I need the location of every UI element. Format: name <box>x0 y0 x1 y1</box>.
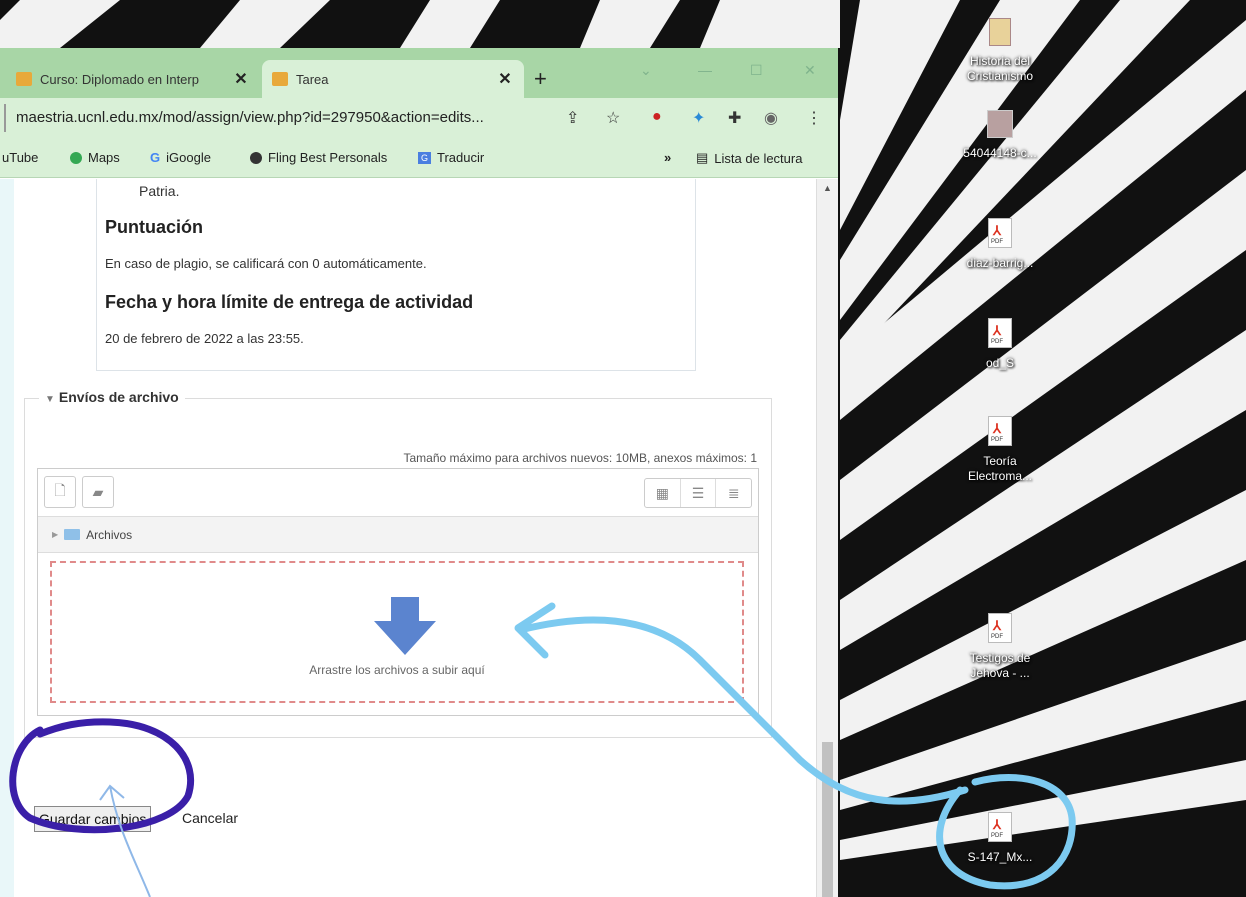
desktop-icon-label: Teoría Electroma... <box>967 454 1033 483</box>
scroll-up-icon[interactable]: ▲ <box>823 183 832 193</box>
file-submissions-fieldset: ▼ Envíos de archivo Tamaño máximo para ar… <box>24 389 772 738</box>
bookmarks-bar: uTube Maps GiGoogle Fling Best Personals… <box>0 138 838 178</box>
close-tab-icon[interactable]: ✕ <box>496 69 514 89</box>
tree-view-icon[interactable]: ≣ <box>716 479 751 507</box>
moodle-favicon-icon <box>16 72 32 86</box>
address-bar[interactable]: maestria.ucnl.edu.mx/mod/assign/view.php… <box>4 104 634 132</box>
fieldset-legend[interactable]: ▼ Envíos de archivo <box>39 389 185 405</box>
vertical-scrollbar[interactable]: ▲ <box>816 179 838 897</box>
desktop-icon-ods[interactable]: ⅄ PDF od_S <box>954 318 1046 371</box>
desktop-icon-teoria[interactable]: ⅄ PDF Teoría Electroma... <box>954 416 1046 484</box>
bookmark-label: Fling Best Personals <box>268 150 388 165</box>
menu-dots-icon[interactable]: ⋮ <box>806 108 822 128</box>
desktop-icon-label: od_S <box>985 356 1015 370</box>
description-text: Patria. <box>139 183 180 199</box>
reading-list-label: Lista de lectura <box>714 150 803 166</box>
close-tab-icon[interactable]: ✕ <box>232 69 250 89</box>
deadline-heading: Fecha y hora límite de entrega de activi… <box>105 292 474 312</box>
maps-pin-icon <box>70 151 82 164</box>
desktop-icon-label: 54044148-c... <box>963 146 1037 160</box>
bookmarks-overflow-button[interactable]: » <box>664 150 671 165</box>
translate-icon: G <box>418 151 432 164</box>
extension-icon[interactable]: ✦ <box>692 108 705 128</box>
bookmark-star-icon[interactable]: ☆ <box>606 108 620 128</box>
minimize-icon[interactable]: — <box>698 62 712 78</box>
bookmark-label: Maps <box>88 150 120 165</box>
image-icon <box>987 110 1013 138</box>
assignment-description: Patria. Puntuación En caso de plagio, se… <box>96 179 696 371</box>
down-arrow-icon <box>374 597 436 655</box>
save-changes-button[interactable]: Guardar cambios <box>34 806 152 832</box>
pdf-icon: ⅄ PDF <box>988 812 1012 842</box>
bookmark-fling[interactable]: Fling Best Personals <box>250 150 387 165</box>
desktop-icon-label: Testigos de Jehova - ... <box>969 651 1031 680</box>
tab-curso[interactable]: Curso: Diplomado en Interp ✕ <box>6 60 260 98</box>
desktop-icon-diaz[interactable]: ⅄ PDF diaz-barrig... <box>954 218 1046 271</box>
reading-list-button[interactable]: ▤ Lista de lectura <box>696 150 802 166</box>
bookmark-label: iGoogle <box>166 150 211 165</box>
grid-view-icon[interactable]: ▦ <box>645 479 681 507</box>
folder-plus-icon: ▰ <box>92 483 104 500</box>
pdf-icon: ⅄ PDF <box>988 218 1012 248</box>
file-picker: 🗋 ▰ ▦ ☰ ≣ ▶ Archivos Arrastre los archiv… <box>37 468 759 716</box>
max-file-size-note: Tamaño máximo para archivos nuevos: 10MB… <box>403 451 758 465</box>
new-tab-button[interactable]: + <box>534 68 547 90</box>
bookmark-maps[interactable]: Maps <box>70 150 120 165</box>
tab-label: Curso: Diplomado en Interp <box>40 71 199 87</box>
collapse-triangle-icon: ▼ <box>45 394 55 405</box>
page-left-border <box>0 179 14 897</box>
desktop-icon-image[interactable]: 54044148-c... <box>954 110 1046 161</box>
file-picker-toolbar: 🗋 ▰ ▦ ☰ ≣ <box>38 469 758 517</box>
browser-window: Curso: Diplomado en Interp ✕ Tarea ✕ + ⌄… <box>0 48 838 897</box>
bookmark-youtube[interactable]: uTube <box>2 150 38 165</box>
address-toolbar: maestria.ucnl.edu.mx/mod/assign/view.php… <box>0 98 838 138</box>
add-file-button[interactable]: 🗋 <box>44 476 76 508</box>
bookmark-igoogle[interactable]: GiGoogle <box>150 150 211 165</box>
pdf-icon: ⅄ PDF <box>988 613 1012 643</box>
add-file-icon: 🗋 <box>54 482 66 498</box>
legend-label: Envíos de archivo <box>58 389 179 405</box>
desktop-icon-label: S-147_Mx... <box>967 850 1033 864</box>
tab-search-icon[interactable]: ⌄ <box>640 62 652 79</box>
view-mode-toggle: ▦ ☰ ≣ <box>644 478 752 508</box>
maximize-icon[interactable]: ☐ <box>750 62 763 79</box>
desktop-icon-label: Historia del Cristianismo <box>966 54 1033 83</box>
pdf-icon: ⅄ PDF <box>988 416 1012 446</box>
create-folder-button[interactable]: ▰ <box>82 476 114 508</box>
close-window-icon[interactable]: ✕ <box>804 62 816 79</box>
tab-tarea[interactable]: Tarea ✕ <box>262 60 524 98</box>
tab-label: Tarea <box>296 71 329 87</box>
scrollbar-thumb[interactable] <box>822 742 833 897</box>
score-heading: Puntuación <box>105 217 203 237</box>
moodle-favicon-icon <box>272 72 288 86</box>
pdf-icon: ⅄ PDF <box>988 318 1012 348</box>
globe-icon <box>250 151 262 164</box>
page-viewport: Patria. Puntuación En caso de plagio, se… <box>0 179 838 897</box>
expand-triangle-icon[interactable]: ▶ <box>52 530 58 539</box>
bookmark-traducir[interactable]: G Traducir <box>418 150 484 165</box>
folder-icon <box>64 529 81 540</box>
dropzone-text: Arrastre los archivos a subir aquí <box>309 663 485 677</box>
desktop-icon-label: diaz-barrig... <box>966 256 1034 270</box>
score-text: En caso de plagio, se calificará con 0 a… <box>105 256 427 271</box>
file-picker-path: ▶ Archivos <box>38 517 758 553</box>
bookmark-label: Traducir <box>437 150 485 165</box>
desktop-icon-testigos[interactable]: ⅄ PDF Testigos de Jehova - ... <box>954 613 1046 681</box>
path-label[interactable]: Archivos <box>86 528 132 542</box>
profile-avatar[interactable]: ◉ <box>764 108 778 128</box>
reading-list-icon: ▤ <box>696 150 709 165</box>
google-g-icon: G <box>150 150 161 165</box>
list-view-icon[interactable]: ☰ <box>681 479 717 507</box>
share-icon[interactable]: ⇪ <box>566 108 579 128</box>
desktop-icon-historia[interactable]: Historia del Cristianismo <box>954 18 1046 84</box>
desktop-icon-s147[interactable]: ⅄ PDF S-147_Mx... <box>954 812 1046 865</box>
cancel-button[interactable]: Cancelar <box>182 810 238 826</box>
tab-strip: Curso: Diplomado en Interp ✕ Tarea ✕ + ⌄… <box>0 48 838 98</box>
extension-icon[interactable]: ● <box>652 108 662 126</box>
book-icon <box>989 18 1011 46</box>
file-dropzone[interactable]: Arrastre los archivos a subir aquí <box>50 561 744 703</box>
extensions-puzzle-icon[interactable]: ✚ <box>728 108 741 128</box>
deadline-text: 20 de febrero de 2022 a las 23:55. <box>105 331 304 346</box>
bookmark-label: uTube <box>2 150 39 165</box>
